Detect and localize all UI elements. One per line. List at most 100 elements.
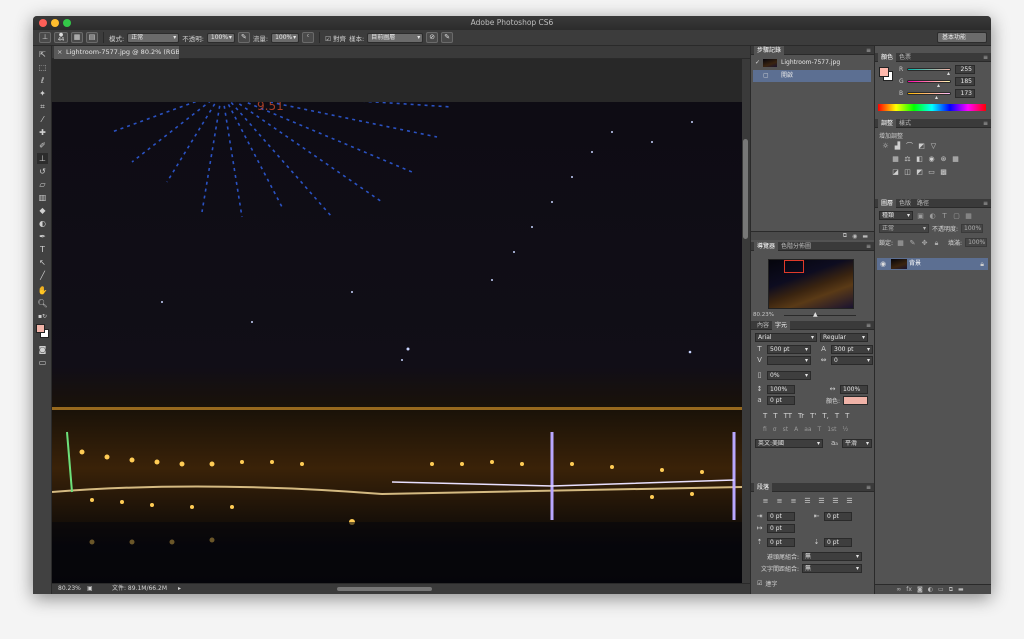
fractions-button[interactable]: ½ — [843, 426, 849, 433]
tab-channels[interactable]: 色版 — [896, 200, 914, 207]
smart-filter-icon[interactable]: ▦ — [964, 212, 973, 220]
flow-input[interactable]: 100% — [271, 32, 300, 43]
stylistic-alt-button[interactable]: aa — [804, 426, 811, 433]
underline-button[interactable]: T — [835, 412, 839, 420]
lock-all-icon[interactable]: 🔒︎ — [932, 239, 941, 247]
history-snapshot[interactable]: ✓ Lightroom-7577.jpg — [753, 57, 871, 69]
leading-input[interactable]: 300 pt — [831, 345, 873, 354]
justify-all-icon[interactable]: ☰ — [845, 497, 854, 505]
faux-bold-button[interactable]: T — [763, 412, 767, 420]
new-layer-icon[interactable]: ⧉ — [949, 586, 953, 594]
navigator-zoom-slider[interactable] — [784, 315, 856, 316]
g-slider-knob[interactable]: ▴ — [937, 82, 940, 89]
tab-layers[interactable]: 圖層 — [878, 199, 897, 208]
color-lookup-icon[interactable]: ▦ — [951, 155, 960, 163]
minimize-window-button[interactable] — [51, 19, 59, 27]
panel-menu-icon[interactable]: ≡ — [866, 46, 871, 55]
hand-tool-icon[interactable]: ✋ — [37, 285, 48, 296]
panel-menu-icon[interactable]: ≡ — [983, 199, 988, 208]
threshold-icon[interactable]: ◩ — [915, 168, 924, 176]
g-slider[interactable] — [907, 80, 951, 83]
new-fill-adjustment-icon[interactable]: ◐ — [928, 586, 933, 593]
adjustment-filter-icon[interactable]: ◐ — [928, 212, 937, 220]
pressure-size-icon[interactable]: ✎ — [441, 32, 454, 43]
dodge-tool-icon[interactable]: ◐ — [37, 218, 48, 229]
indent-left-input[interactable]: 0 pt — [767, 512, 795, 521]
language-select[interactable]: 英文:美國 — [755, 439, 823, 448]
tab-swatches[interactable]: 色票 — [896, 54, 914, 61]
tab-histogram[interactable]: 色階分佈圖 — [778, 243, 814, 250]
lock-pixels-icon[interactable]: ✎ — [908, 239, 917, 247]
ordinals-button[interactable]: 1st — [827, 426, 836, 433]
layer-row[interactable]: ◉ 背景 🔒︎ — [877, 258, 988, 270]
navigator-thumbnail[interactable] — [768, 259, 854, 309]
channel-mixer-icon[interactable]: ⊛ — [939, 155, 948, 163]
swash-button[interactable]: A — [794, 426, 798, 433]
anti-alias-select[interactable]: 平滑 — [842, 439, 872, 448]
aligned-checkbox[interactable]: ☑ 對齊 — [325, 33, 346, 43]
black-white-icon[interactable]: ◧ — [915, 155, 924, 163]
align-right-icon[interactable]: ≡ — [789, 497, 798, 505]
b-slider-knob[interactable]: ▴ — [935, 94, 938, 101]
selective-color-icon[interactable]: ▩ — [939, 168, 948, 176]
eraser-tool-icon[interactable]: ▱ — [37, 179, 48, 190]
exposure-icon[interactable]: ◩ — [917, 142, 926, 150]
space-before-input[interactable]: 0 pt — [767, 538, 795, 547]
gradient-tool-icon[interactable]: ▥ — [37, 192, 48, 203]
lock-position-icon[interactable]: ✥ — [920, 239, 929, 247]
color-fg-swatch[interactable] — [879, 67, 889, 77]
tracking-input[interactable]: 0 — [831, 356, 873, 365]
blend-mode-select[interactable]: 正常 — [879, 224, 929, 233]
tab-properties[interactable]: 內容 — [754, 322, 772, 329]
gradient-map-icon[interactable]: ▭ — [927, 168, 936, 176]
layer-filter-select[interactable]: 種類 — [879, 211, 913, 220]
vertical-scroll-thumb[interactable] — [743, 139, 748, 239]
tsume-input[interactable]: 0% — [767, 371, 811, 380]
b-input[interactable]: 173 — [955, 89, 975, 98]
navigator-zoom[interactable]: 80.23% — [753, 312, 774, 318]
color-balance-icon[interactable]: ⚖ — [903, 155, 912, 163]
tab-character[interactable]: 字元 — [772, 321, 791, 330]
eyedropper-tool-icon[interactable]: ⁄ — [37, 114, 48, 125]
sample-select[interactable]: 目前圖層 — [367, 32, 424, 43]
quick-mask-icon[interactable]: ◙ — [37, 344, 48, 355]
tab-adjustments[interactable]: 調整 — [878, 119, 897, 128]
hue-sat-icon[interactable]: ▦ — [891, 155, 900, 163]
g-input[interactable]: 185 — [955, 77, 975, 86]
tab-styles[interactable]: 樣式 — [896, 120, 914, 127]
font-family-select[interactable]: Arial — [755, 333, 817, 342]
screen-mode-icon[interactable]: ▭ — [37, 357, 48, 368]
layer-opacity-input[interactable]: 100% — [961, 224, 984, 233]
b-slider[interactable] — [907, 92, 951, 95]
kinsoku-select[interactable]: 無 — [802, 552, 862, 561]
opacity-input[interactable]: 100% — [206, 32, 235, 43]
levels-icon[interactable]: ▟ — [893, 142, 902, 150]
invert-icon[interactable]: ◪ — [891, 168, 900, 176]
align-center-icon[interactable]: ≡ — [775, 497, 784, 505]
discretionary-lig-button[interactable]: st — [783, 426, 788, 433]
justify-last-left-icon[interactable]: ☰ — [803, 497, 812, 505]
brush-preset-picker[interactable]: ● 44 — [54, 32, 68, 43]
zoom-tool-icon[interactable]: 🔍︎ — [37, 298, 48, 309]
hyphenate-checkbox[interactable]: ☑ — [757, 580, 762, 587]
quick-select-tool-icon[interactable]: ✦ — [37, 88, 48, 99]
history-state[interactable]: ▢ 開啟 — [753, 70, 871, 82]
superscript-button[interactable]: T' — [810, 412, 816, 420]
tab-paragraph[interactable]: 段落 — [754, 483, 773, 492]
path-select-tool-icon[interactable]: ↖ — [37, 257, 48, 268]
clone-stamp-tool-icon[interactable]: ⊥ — [37, 153, 48, 164]
clone-stamp-tool-preset-icon[interactable]: ⊥ — [39, 32, 51, 43]
font-size-input[interactable]: 500 pt — [767, 345, 811, 354]
pixel-filter-icon[interactable]: ▣ — [916, 212, 925, 220]
indent-right-input[interactable]: 0 pt — [824, 512, 852, 521]
brightness-icon[interactable]: ☼ — [881, 142, 890, 150]
panel-menu-icon[interactable]: ≡ — [983, 119, 988, 128]
tab-navigator[interactable]: 導覽器 — [754, 242, 779, 251]
text-color-swatch[interactable] — [843, 396, 869, 405]
color-spectrum[interactable] — [878, 104, 986, 111]
clone-source-panel-icon[interactable]: ▤ — [86, 32, 98, 43]
justify-last-right-icon[interactable]: ☰ — [831, 497, 840, 505]
r-input[interactable]: 255 — [955, 65, 975, 74]
vertical-scale-input[interactable]: 100% — [767, 385, 795, 394]
ignore-adjustment-layers-icon[interactable]: ⊘ — [426, 32, 439, 43]
